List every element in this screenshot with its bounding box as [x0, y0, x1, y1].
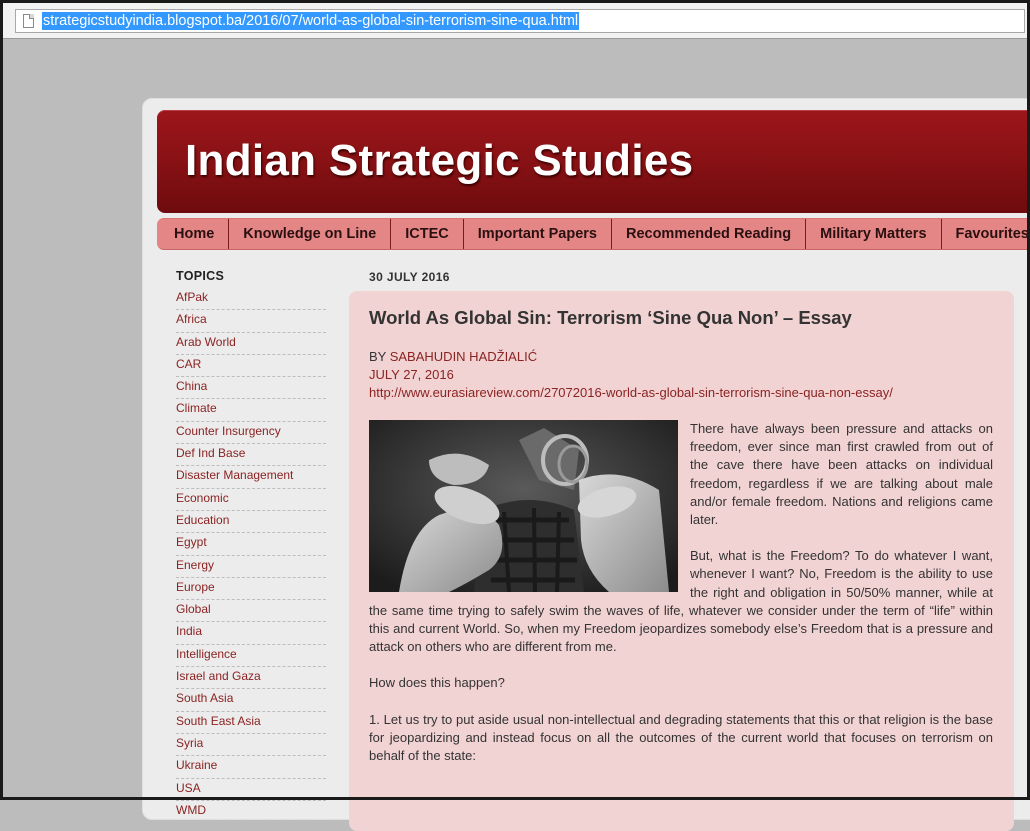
site-title[interactable]: Indian Strategic Studies: [185, 136, 693, 186]
topic-link[interactable]: WMD: [176, 802, 326, 824]
post-date-header: 30 JULY 2016: [369, 270, 450, 284]
topic-link[interactable]: Syria: [176, 735, 326, 757]
post-title[interactable]: World As Global Sin: Terrorism ‘Sine Qua…: [369, 307, 852, 329]
topic-link[interactable]: Egypt: [176, 534, 326, 556]
nav-important-papers[interactable]: Important Papers: [464, 219, 612, 249]
topic-link[interactable]: Africa: [176, 311, 326, 333]
topics-sidebar: TOPICS AfPak Africa Arab World CAR China…: [176, 269, 326, 824]
topic-link[interactable]: CAR: [176, 356, 326, 378]
url-text[interactable]: strategicstudyindia.blogspot.ba/2016/07/…: [42, 12, 580, 30]
paragraph: 1. Let us try to put aside usual non-int…: [369, 711, 993, 764]
topic-link[interactable]: Economic: [176, 490, 326, 511]
topic-link[interactable]: USA: [176, 780, 326, 801]
nav-home[interactable]: Home: [157, 219, 230, 249]
topic-link[interactable]: Energy: [176, 557, 326, 578]
topic-link[interactable]: China: [176, 378, 326, 400]
topic-link[interactable]: Israel and Gaza: [176, 668, 326, 690]
topic-link[interactable]: India: [176, 623, 326, 645]
topic-link[interactable]: AfPak: [176, 289, 326, 311]
topic-link[interactable]: South East Asia: [176, 713, 326, 734]
source-link[interactable]: http://www.eurasiareview.com/27072016-wo…: [369, 384, 893, 402]
nav-knowledge-on-line[interactable]: Knowledge on Line: [229, 219, 392, 249]
topic-link[interactable]: Education: [176, 512, 326, 534]
by-label: BY: [369, 349, 390, 364]
post-author: SABAHUDIN HADŽIALIĆ: [389, 349, 538, 364]
topic-link[interactable]: Disaster Management: [176, 467, 326, 489]
nav-favourites[interactable]: Favourites: [942, 219, 1030, 249]
browser-address-bar: strategicstudyindia.blogspot.ba/2016/07/…: [3, 3, 1027, 39]
topic-link[interactable]: Global: [176, 601, 326, 623]
page-icon: [23, 14, 34, 28]
topic-link[interactable]: Intelligence: [176, 646, 326, 668]
nav-recommended-reading[interactable]: Recommended Reading: [612, 219, 807, 249]
nav-military-matters[interactable]: Military Matters: [806, 219, 942, 249]
post-meta: BY SABAHUDIN HADŽIALIĆ JULY 27, 2016 htt…: [369, 348, 893, 402]
topic-link[interactable]: Counter Insurgency: [176, 423, 326, 445]
paragraph: How does this happen?: [369, 675, 505, 691]
site-header-banner: Indian Strategic Studies: [157, 110, 1030, 213]
blog-post: World As Global Sin: Terrorism ‘Sine Qua…: [349, 291, 1014, 831]
nav-ictec[interactable]: ICTEC: [391, 219, 464, 249]
topic-link[interactable]: Def Ind Base: [176, 445, 326, 467]
post-body: There have always been pressure and atta…: [369, 420, 993, 783]
topic-link[interactable]: Climate: [176, 400, 326, 422]
topic-link[interactable]: Arab World: [176, 334, 326, 355]
topic-link[interactable]: South Asia: [176, 690, 326, 712]
topic-link[interactable]: Europe: [176, 579, 326, 601]
main-navigation: Home Knowledge on Line ICTEC Important P…: [157, 218, 1030, 250]
post-date: JULY 27, 2016: [369, 367, 454, 382]
url-input[interactable]: strategicstudyindia.blogspot.ba/2016/07/…: [15, 9, 1025, 33]
topics-heading: TOPICS: [176, 269, 225, 283]
topic-link[interactable]: Ukraine: [176, 757, 326, 779]
